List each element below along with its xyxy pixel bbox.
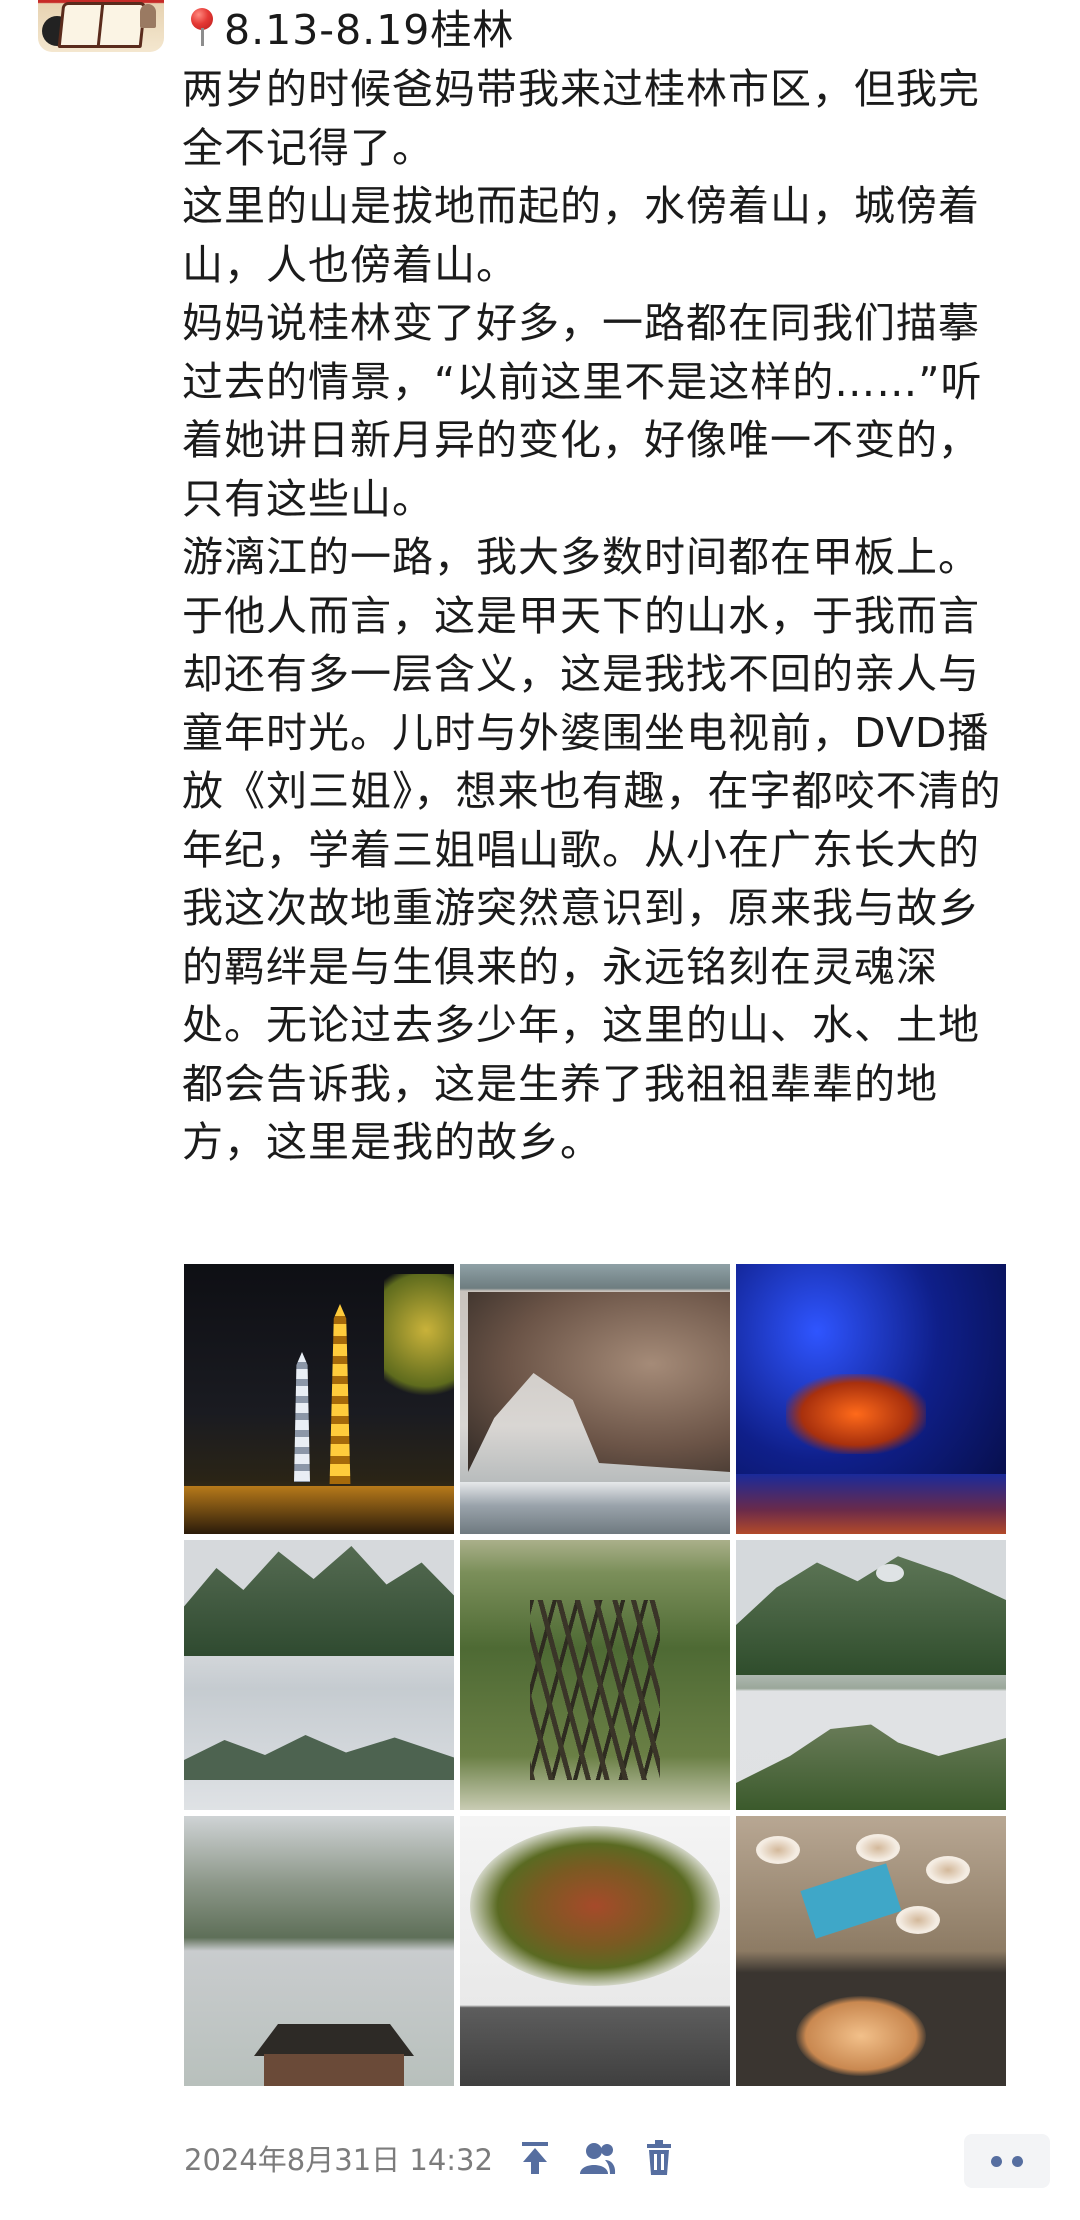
photo-thumbnail-banyan[interactable] bbox=[460, 1540, 730, 1810]
trash-icon[interactable] bbox=[639, 2138, 679, 2178]
more-dots-icon bbox=[1012, 2155, 1023, 2167]
post-paragraph: 游漓江的一路，我大多数时间都在甲板上。于他人而言，这是甲天下的山水，于我而言却还… bbox=[182, 533, 1002, 1166]
post-paragraph: 这里的山是拔地而起的，水傍着山，城傍着山，人也傍着山。 bbox=[182, 182, 980, 289]
post-header-text: 8.13-8.19桂林 bbox=[224, 6, 515, 54]
photo-thumbnail-moon-hill[interactable] bbox=[736, 1540, 1006, 1810]
more-dots-icon bbox=[991, 2155, 1002, 2167]
post-paragraph: 妈妈说桂林变了好多，一路都在同我们描摹过去的情景，“以前这里不是这样的……”听着… bbox=[182, 299, 983, 523]
pin-to-top-icon[interactable] bbox=[515, 2138, 555, 2178]
post-timestamp: 2024年8月31日 14:32 bbox=[184, 2143, 493, 2177]
more-options-button[interactable] bbox=[964, 2134, 1050, 2188]
photo-thumbnail-town[interactable] bbox=[184, 1816, 454, 2086]
post-body: 两岁的时候爸妈带我来过桂林市区，但我完全不记得了。 这里的山是拔地而起的，水傍着… bbox=[182, 60, 1002, 1172]
pin-icon bbox=[186, 4, 220, 50]
post-paragraph: 两岁的时候爸妈带我来过桂林市区，但我完全不记得了。 bbox=[182, 65, 980, 172]
photo-thumbnail-dish[interactable] bbox=[460, 1816, 730, 2086]
avatar-book-graphic bbox=[57, 2, 147, 48]
avatar-pin-graphic bbox=[140, 4, 156, 28]
photo-thumbnail-pagodas[interactable] bbox=[184, 1264, 454, 1534]
photo-thumbnail-cave[interactable] bbox=[736, 1264, 1006, 1534]
photo-thumbnail-river[interactable] bbox=[184, 1540, 454, 1810]
avatar[interactable] bbox=[38, 0, 164, 52]
post-header: 8.13-8.19桂林 bbox=[186, 2, 514, 58]
post-footer: 2024年8月31日 14:32 bbox=[184, 2130, 679, 2186]
photo-grid bbox=[184, 1264, 1006, 2086]
photo-thumbnail-table[interactable] bbox=[736, 1816, 1006, 2086]
visibility-user-icon[interactable] bbox=[577, 2138, 617, 2178]
photo-thumbnail-rock-arch[interactable] bbox=[460, 1264, 730, 1534]
